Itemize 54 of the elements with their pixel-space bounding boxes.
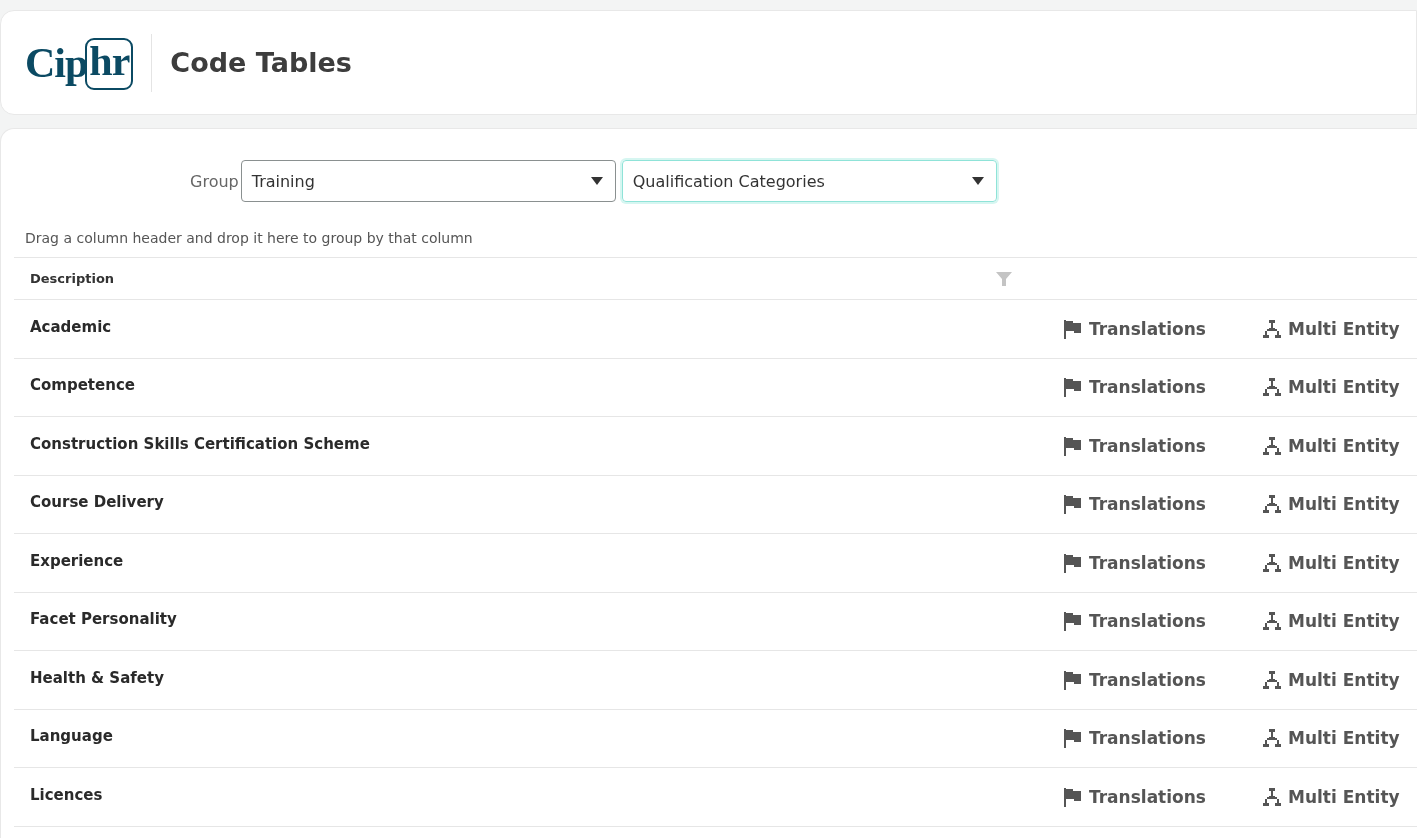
multi-entity-link[interactable]: Multi Entity [1262,318,1400,339]
flag-icon [1063,669,1083,690]
flag-icon [1063,728,1083,749]
translations-link[interactable]: Translations [1063,669,1262,690]
caret-icon[interactable] [971,177,984,185]
multi-entity-link[interactable]: Multi Entity [1262,435,1400,456]
group-label: Group [190,171,239,191]
hierarchy-icon [1262,728,1282,749]
dropdown[interactable]: Qualification Categories [621,160,997,202]
hierarchy-icon [1262,669,1282,690]
translations-link[interactable]: Translations [1063,318,1262,339]
table-cell-text: Health & Safety [29,668,165,687]
flag-icon [1063,377,1083,398]
table-cell-text: Licences [29,785,104,804]
multi-entity-link[interactable]: Multi Entity [1262,786,1400,807]
multi-entity-link[interactable]: Multi Entity [1262,611,1400,632]
translations-link[interactable]: Translations [1063,611,1262,632]
column-header[interactable]: Description [14,271,990,286]
multi-entity-link[interactable]: Multi Entity [1262,669,1400,690]
flag-icon [1063,435,1083,456]
hierarchy-icon [1262,786,1282,807]
flag-icon [1063,552,1083,573]
multi-entity-link[interactable]: Multi Entity [1262,494,1400,515]
table-cell-text: Competence [29,376,136,395]
hierarchy-icon [1262,318,1282,339]
flag-icon [1063,494,1083,515]
translations-link[interactable]: Translations [1063,552,1262,573]
table-cell-text: Academic [29,317,113,336]
translations-link[interactable]: Translations [1063,494,1262,515]
hierarchy-icon [1262,494,1282,515]
hierarchy-icon [1262,435,1282,456]
table-cell-text: Construction Skills Certification Scheme [29,434,371,453]
translations-link[interactable]: Translations [1063,377,1262,398]
flag-icon [1063,318,1083,339]
translations-link[interactable]: Translations [1063,728,1262,749]
translations-link[interactable]: Translations [1063,435,1262,456]
multi-entity-link[interactable]: Multi Entity [1262,377,1400,398]
flag-icon [1063,611,1083,632]
table-cell-text: Language [29,727,114,746]
flag-icon [1063,786,1083,807]
page-title: Code Tables [170,47,352,78]
caret-icon[interactable] [590,177,603,185]
table-cell-text: Facet Personality [29,610,178,629]
logo: Ciphr [25,35,134,90]
multi-entity-link[interactable]: Multi Entity [1262,552,1400,573]
dropdown[interactable]: Training [240,160,616,202]
table-cell-text: Experience [29,551,125,570]
multi-entity-link[interactable]: Multi Entity [1262,728,1400,749]
hierarchy-icon [1262,611,1282,632]
translations-link[interactable]: Translations [1063,786,1262,807]
table-cell-text: Course Delivery [29,493,165,512]
hierarchy-icon [1262,377,1282,398]
hierarchy-icon [1262,552,1282,573]
group-hint: Drag a column header and drop it here to group by that column [25,230,474,246]
